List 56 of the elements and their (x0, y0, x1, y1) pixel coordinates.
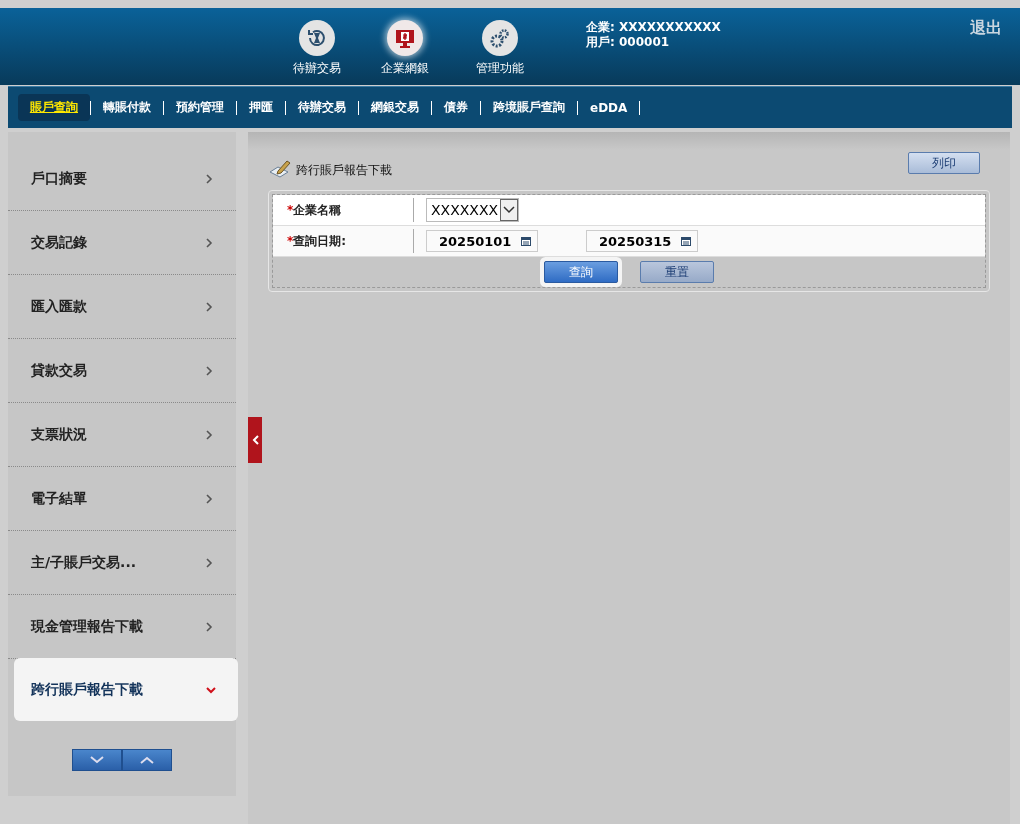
gears-icon (489, 27, 511, 49)
nav-tab[interactable]: 跨境賬戶查詢 (481, 94, 577, 121)
chevron-right-icon (204, 493, 214, 504)
chevron-down-icon (206, 684, 216, 695)
calendar-icon (681, 236, 691, 246)
date-field[interactable]: 20250101 (426, 230, 538, 252)
sidebar-item[interactable]: 戶口摘要 (8, 147, 236, 211)
shortcut-button[interactable] (387, 20, 423, 56)
chevron-right-icon (204, 621, 214, 632)
date-field[interactable]: 20250315 (586, 230, 698, 252)
chevron-right-icon (204, 365, 214, 376)
sidebar-item[interactable]: 交易記錄 (8, 211, 236, 275)
shortcut-label: 管理功能 (476, 60, 524, 77)
field-label: *查詢日期: (287, 232, 347, 250)
chevron-down-icon (90, 756, 104, 764)
sidebar-item[interactable]: 跨行賬戶報告下載 (14, 658, 238, 721)
nav-tab[interactable]: 待辦交易 (286, 94, 358, 121)
page-title: 跨行賬戶報告下載 (296, 162, 392, 179)
monitor-icon (394, 27, 416, 49)
chevron-right-icon (204, 429, 214, 440)
pencil-paper-icon (268, 160, 292, 180)
sidebar-item[interactable]: 匯入匯款 (8, 275, 236, 339)
company-text: 企業: XXXXXXXXXXX (586, 20, 721, 35)
company-dropdown[interactable]: XXXXXXX (426, 198, 520, 222)
nav-tab[interactable]: 賬戶查詢 (18, 94, 90, 121)
shortcut-label: 企業網銀 (381, 60, 429, 77)
scroll-down-button[interactable] (72, 749, 122, 771)
sidebar-item[interactable]: 電子結單 (8, 467, 236, 531)
nav-tab[interactable]: eDDA (578, 95, 640, 120)
collapse-sidebar-button[interactable] (248, 417, 262, 463)
sidebar-item[interactable]: 貸款交易 (8, 339, 236, 403)
chevron-right-icon (204, 557, 214, 568)
chevron-left-icon (251, 435, 259, 445)
nav-tab[interactable]: 轉賬付款 (91, 94, 163, 121)
reset-button[interactable]: 重置 (640, 261, 714, 283)
chevron-right-icon (204, 301, 214, 312)
nav-tab[interactable]: 網銀交易 (359, 94, 431, 121)
calendar-icon (521, 236, 531, 246)
nav-tab[interactable]: 預約管理 (164, 94, 236, 121)
shortcut-button[interactable] (482, 20, 518, 56)
chevron-right-icon (204, 173, 214, 184)
hourglass-icon (306, 27, 328, 49)
nav-tab[interactable]: 押匯 (237, 94, 285, 121)
sidebar-item[interactable]: 主/子賬戶交易... (8, 531, 236, 595)
scroll-up-button[interactable] (122, 749, 172, 771)
field-label: *企業名稱 (287, 201, 342, 219)
nav-tab[interactable]: 債券 (432, 94, 480, 121)
shortcut-label: 待辦交易 (293, 60, 341, 77)
print-button[interactable]: 列印 (908, 152, 980, 174)
sidebar-item[interactable]: 支票狀況 (8, 403, 236, 467)
user-text: 用戶: 000001 (586, 35, 671, 50)
chevron-down-icon (503, 206, 516, 214)
chevron-right-icon (204, 237, 214, 248)
logout-link[interactable]: 退出 (970, 18, 1002, 39)
chevron-up-icon (140, 756, 154, 764)
shortcut-button[interactable] (299, 20, 335, 56)
